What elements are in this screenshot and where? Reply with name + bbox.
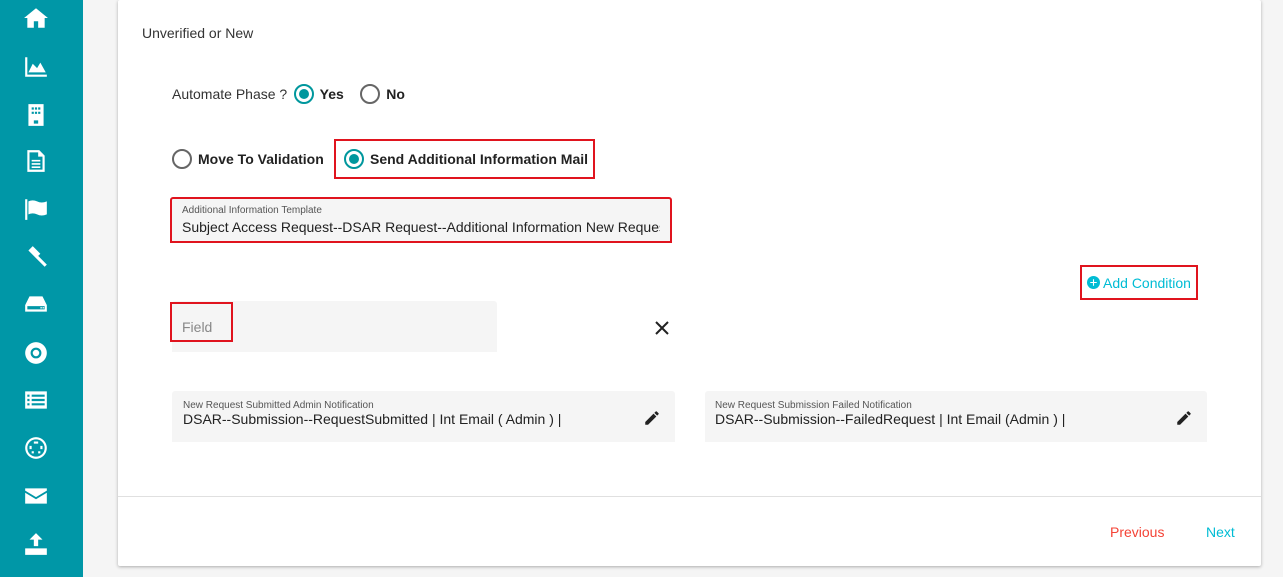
automate-no-label: No	[386, 86, 405, 102]
list-icon[interactable]	[22, 386, 50, 414]
hard-drive-icon[interactable]	[22, 290, 50, 318]
envelope-icon[interactable]	[22, 482, 50, 510]
plus-circle-icon	[1087, 276, 1101, 289]
sidebar	[0, 0, 83, 577]
footer-divider	[118, 496, 1261, 497]
admin-notification-field[interactable]: New Request Submitted Admin Notification…	[172, 391, 675, 442]
document-icon[interactable]	[22, 147, 50, 175]
move-to-validation-option[interactable]: Move To Validation	[172, 149, 324, 169]
edit-pencil-icon[interactable]	[643, 409, 661, 427]
phase-card: Unverified or New Automate Phase ? Yes N…	[118, 0, 1261, 566]
edit-pencil-icon[interactable]	[1175, 409, 1193, 427]
automate-phase-group: Automate Phase ? Yes No	[172, 84, 405, 104]
home-icon[interactable]	[22, 4, 50, 32]
area-chart-icon[interactable]	[22, 53, 50, 81]
building-icon[interactable]	[22, 101, 50, 129]
condition-field-placeholder: Field	[170, 302, 233, 342]
automate-yes-radio[interactable]	[293, 84, 314, 104]
previous-button[interactable]: Previous	[1110, 524, 1164, 540]
life-ring-icon[interactable]	[22, 339, 50, 367]
upload-icon[interactable]	[22, 530, 50, 558]
failed-notification-field[interactable]: New Request Submission Failed Notificati…	[705, 391, 1207, 442]
automate-yes-label: Yes	[319, 86, 344, 102]
send-additional-info-option[interactable]: Send Additional Information Mail	[334, 139, 595, 179]
add-condition-button[interactable]: Add Condition	[1080, 265, 1198, 300]
automate-no-radio[interactable]	[360, 84, 381, 104]
flag-icon[interactable]	[22, 195, 50, 223]
automate-phase-label: Automate Phase ?	[172, 86, 288, 102]
next-button[interactable]: Next	[1206, 524, 1235, 540]
additional-info-template-field[interactable]: Additional Information Template Subject …	[170, 197, 672, 243]
film-reel-icon[interactable]	[22, 434, 50, 462]
gavel-icon[interactable]	[22, 243, 50, 271]
remove-condition-icon[interactable]	[654, 320, 670, 336]
section-title: Unverified or New	[142, 25, 254, 41]
